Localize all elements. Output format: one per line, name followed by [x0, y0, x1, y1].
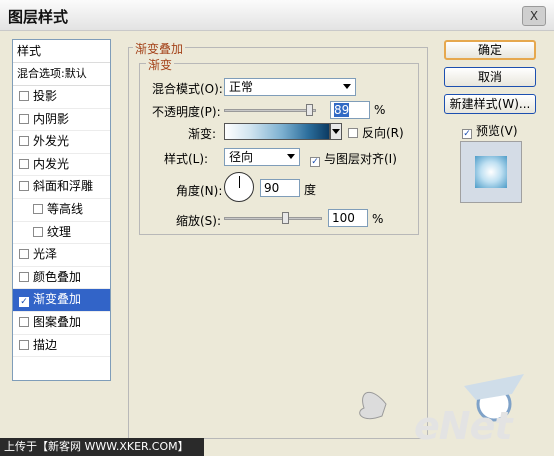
style-item-label: 斜面和浮雕 — [33, 179, 94, 194]
scale-label: 缩放(S): — [176, 214, 222, 228]
style-item-label: 图案叠加 — [33, 314, 82, 329]
style-item-texture[interactable]: 纹理 — [13, 222, 110, 245]
inner-glow-checkbox[interactable] — [19, 158, 29, 169]
angle-label: 角度(N): — [176, 184, 223, 198]
opacity-slider-thumb[interactable] — [306, 104, 313, 116]
group-title: 渐变叠加 — [133, 40, 186, 57]
blend-mode-value: 正常 — [229, 80, 254, 94]
pattern-overlay-checkbox[interactable] — [19, 316, 29, 327]
enet-logo-text: eNet — [414, 404, 513, 448]
bevel-emboss-checkbox[interactable] — [19, 181, 29, 192]
gradient-subgroup: 渐变 混合模式(O): 正常 不透明度(P): 89 % 渐变: 反向(R) 样… — [139, 56, 419, 235]
style-item-label: 颜色叠加 — [33, 269, 82, 284]
enet-watermark: eNet — [324, 364, 534, 454]
scale-input[interactable]: 100 — [328, 209, 368, 227]
scale-unit: % — [372, 212, 384, 226]
style-item-outer-glow[interactable]: 外发光 — [13, 131, 110, 154]
chevron-down-icon — [343, 84, 351, 89]
style-item-color-overlay[interactable]: 颜色叠加 — [13, 267, 110, 290]
style-item-label: 光泽 — [33, 247, 58, 262]
style-item-label: 描边 — [33, 337, 58, 352]
angle-dial[interactable] — [224, 172, 254, 202]
gradient-dropdown-button[interactable] — [330, 123, 342, 140]
style-list-header[interactable]: 样式 — [13, 40, 110, 63]
style-item-contour[interactable]: 等高线 — [13, 199, 110, 222]
opacity-unit: % — [374, 103, 386, 117]
style-item-label: 等高线 — [47, 201, 84, 216]
style-label: 样式(L): — [164, 152, 209, 166]
subgroup-title: 渐变 — [146, 56, 175, 73]
color-overlay-checkbox[interactable] — [19, 271, 29, 282]
style-item-inner-shadow[interactable]: 内阴影 — [13, 109, 110, 132]
scale-slider-track[interactable] — [224, 217, 322, 220]
angle-needle — [239, 176, 240, 188]
style-list: 样式 混合选项:默认 投影 内阴影 外发光 内发光 斜面和浮雕 等高线 纹理 光… — [12, 39, 111, 381]
scale-slider-thumb[interactable] — [282, 212, 289, 224]
style-item-bevel-emboss[interactable]: 斜面和浮雕 — [13, 176, 110, 199]
gradient-preview-bar[interactable] — [224, 123, 330, 140]
angle-value: 90 — [264, 181, 280, 195]
layer-style-dialog: 图层样式 X 样式 混合选项:默认 投影 内阴影 外发光 内发光 斜面和浮雕 等… — [0, 0, 554, 456]
angle-input[interactable]: 90 — [260, 179, 300, 197]
style-item-label: 内发光 — [33, 156, 70, 171]
opacity-slider-track[interactable] — [224, 109, 316, 112]
scale-value: 100 — [332, 211, 355, 225]
style-item-label: 内阴影 — [33, 111, 70, 126]
title-bar[interactable]: 图层样式 X — [0, 0, 554, 31]
satin-checkbox[interactable] — [19, 249, 29, 260]
close-button[interactable]: X — [522, 6, 546, 26]
gradient-overlay-checkbox[interactable]: ✓ — [19, 297, 29, 308]
style-item-inner-glow[interactable]: 内发光 — [13, 154, 110, 177]
reverse-checkbox[interactable] — [348, 128, 358, 138]
preview-checkbox-row[interactable]: ✓ 预览(V) — [462, 122, 518, 139]
inner-shadow-checkbox[interactable] — [19, 113, 29, 124]
dialog-client: 样式 混合选项:默认 投影 内阴影 外发光 内发光 斜面和浮雕 等高线 纹理 光… — [0, 31, 554, 456]
style-item-label: 外发光 — [33, 134, 70, 149]
preview-checkbox[interactable]: ✓ — [462, 129, 472, 139]
preview-label: 预览(V) — [476, 124, 518, 138]
blend-options-item[interactable]: 混合选项:默认 — [13, 63, 110, 86]
upload-credit-bar: 上传于【新客网 WWW.XKER.COM】 — [0, 438, 204, 456]
reverse-label: 反向(R) — [362, 126, 404, 140]
opacity-value: 89 — [334, 103, 350, 117]
cancel-button[interactable]: 取消 — [444, 67, 536, 87]
chevron-down-icon — [287, 154, 295, 159]
align-checkbox[interactable]: ✓ — [310, 157, 320, 167]
style-item-gradient-overlay[interactable]: ✓ 渐变叠加 — [13, 289, 110, 312]
style-item-pattern-overlay[interactable]: 图案叠加 — [13, 312, 110, 335]
blend-mode-select[interactable]: 正常 — [224, 78, 356, 96]
new-style-button[interactable]: 新建样式(W)... — [444, 94, 536, 114]
reverse-checkbox-row[interactable]: 反向(R) — [348, 124, 404, 141]
angle-unit: 度 — [304, 183, 317, 197]
preview-gradient-sample — [475, 156, 507, 188]
align-label: 与图层对齐(I) — [324, 152, 397, 166]
opacity-label: 不透明度(P): — [152, 105, 221, 119]
style-preview-swatch — [460, 141, 522, 203]
outer-glow-checkbox[interactable] — [19, 136, 29, 147]
style-select[interactable]: 径向 — [224, 148, 300, 166]
style-value: 径向 — [229, 150, 254, 164]
stroke-checkbox[interactable] — [19, 339, 29, 350]
blend-mode-label: 混合模式(O): — [152, 82, 223, 96]
style-item-label: 纹理 — [47, 224, 72, 239]
ok-button[interactable]: 确定 — [444, 40, 536, 60]
style-item-label: 渐变叠加 — [33, 292, 82, 307]
contour-checkbox[interactable] — [33, 203, 43, 214]
align-checkbox-row[interactable]: ✓ 与图层对齐(I) — [310, 150, 397, 167]
chevron-down-icon — [332, 129, 340, 134]
style-item-stroke[interactable]: 描边 — [13, 335, 110, 358]
style-item-satin[interactable]: 光泽 — [13, 244, 110, 267]
texture-checkbox[interactable] — [33, 226, 43, 237]
style-item-drop-shadow[interactable]: 投影 — [13, 86, 110, 109]
gradient-label: 渐变: — [188, 127, 217, 141]
dialog-title: 图层样式 — [8, 8, 69, 26]
opacity-input[interactable]: 89 — [330, 101, 370, 119]
drop-shadow-checkbox[interactable] — [19, 91, 29, 101]
style-item-label: 投影 — [33, 89, 58, 103]
